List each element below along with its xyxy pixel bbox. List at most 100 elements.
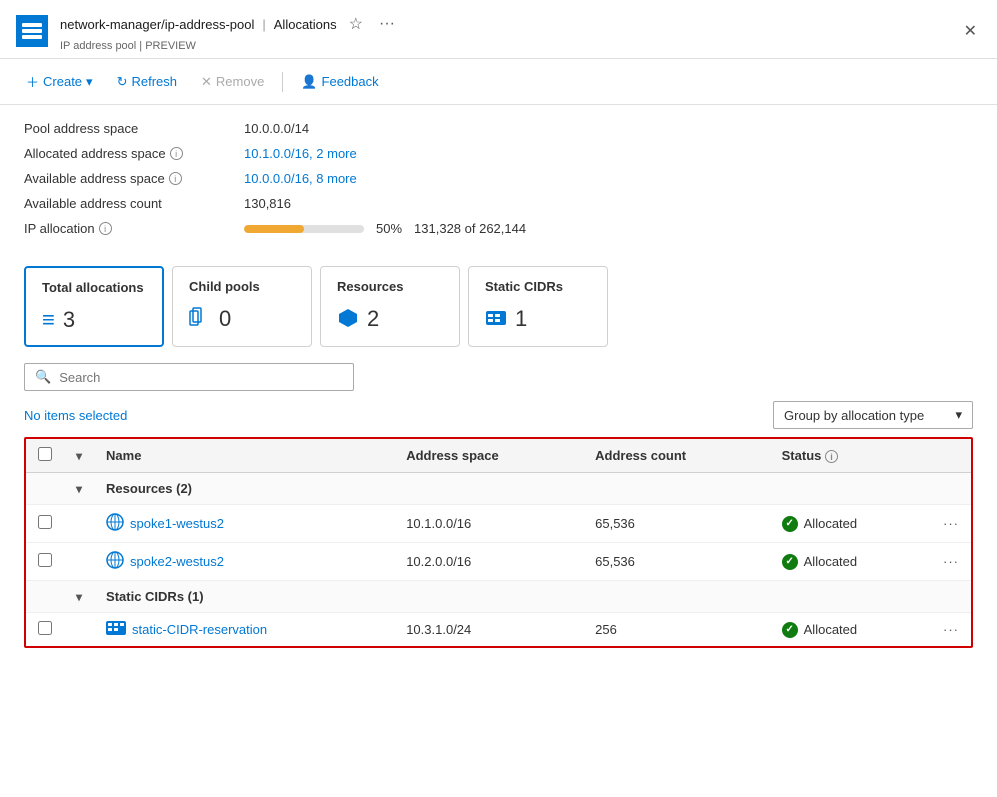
tile-resources-title: Resources <box>337 279 443 294</box>
row3-checkbox[interactable] <box>38 621 52 635</box>
tile-static-cidrs-count: 1 <box>515 306 527 332</box>
row1-actions[interactable]: ··· <box>931 505 971 543</box>
more-options-icon[interactable]: ··· <box>375 11 399 37</box>
group-by-label: Group by allocation type <box>784 408 924 423</box>
progress-percent: 50% <box>376 221 402 236</box>
tile-static-cidrs[interactable]: Static CIDRs 1 <box>468 266 608 347</box>
tile-total-title: Total allocations <box>42 280 146 295</box>
allocated-address-space-row: Allocated address space i 10.1.0.0/16, 2… <box>24 146 973 161</box>
group-name-resources: Resources (2) <box>94 473 971 505</box>
feedback-button[interactable]: 👤 Feedback <box>291 69 388 95</box>
group2-expand-col[interactable]: ▾ <box>64 581 94 613</box>
row3-name-link[interactable]: static-CIDR-reservation <box>106 621 382 638</box>
group-by-chevron-icon: ▾ <box>955 407 962 423</box>
row2-expand-col <box>64 543 94 581</box>
row1-status-cell: Allocated <box>782 516 919 532</box>
row2-address-space: 10.2.0.0/16 <box>394 543 583 581</box>
tile-child-pools-content: 0 <box>189 306 295 332</box>
feedback-label: Feedback <box>322 74 379 89</box>
pool-address-space-value: 10.0.0.0/14 <box>244 121 309 136</box>
resource-name: network-manager/ip-address-pool <box>60 17 254 32</box>
search-bar[interactable]: 🔍 <box>24 363 354 391</box>
available-info-icon[interactable]: i <box>169 172 182 185</box>
remove-label: Remove <box>216 74 264 89</box>
cidr-row-icon <box>106 621 126 638</box>
ip-allocation-row: IP allocation i 50% 131,328 of 262,144 <box>24 221 973 236</box>
refresh-button[interactable]: ↻ Refresh <box>107 69 187 95</box>
no-items-label: No items selected <box>24 408 127 423</box>
table-header: ▾ Name Address space Address count Statu… <box>26 439 971 473</box>
search-input[interactable] <box>59 370 343 385</box>
tile-resources-count: 2 <box>367 306 379 332</box>
group-checkbox-col <box>26 473 64 505</box>
header-address-count: Address count <box>583 439 770 473</box>
allocated-info-icon[interactable]: i <box>170 147 183 160</box>
cidr-icon <box>485 310 507 329</box>
pool-icon <box>189 307 211 332</box>
tile-total[interactable]: Total allocations ≡ 3 <box>24 266 164 347</box>
create-button[interactable]: ＋ Create ▾ <box>16 67 103 96</box>
available-address-space-row: Available address space i 10.0.0.0/16, 8… <box>24 171 973 186</box>
row2-status-icon <box>782 554 798 570</box>
favorite-icon[interactable]: ☆ <box>345 10 367 38</box>
table-controls: No items selected Group by allocation ty… <box>24 401 973 429</box>
allocations-table-container: ▾ Name Address space Address count Statu… <box>24 437 973 648</box>
resources-expand-icon[interactable]: ▾ <box>76 482 82 496</box>
resource-icon <box>16 15 48 47</box>
tile-child-pools[interactable]: Child pools 0 <box>172 266 312 347</box>
header-expand-col: ▾ <box>64 439 94 473</box>
row3-actions[interactable]: ··· <box>931 613 971 647</box>
resource-icon <box>337 307 359 332</box>
row3-checkbox-col <box>26 613 64 647</box>
row3-address-count: 256 <box>583 613 770 647</box>
table-body: ▾ Resources (2) <box>26 473 971 647</box>
row1-address-count: 65,536 <box>583 505 770 543</box>
ip-allocation-info-icon[interactable]: i <box>99 222 112 235</box>
row3-address-space: 10.3.1.0/24 <box>394 613 583 647</box>
row1-name-link[interactable]: spoke1-westus2 <box>106 513 382 534</box>
tile-static-cidrs-content: 1 <box>485 306 591 332</box>
tile-child-pools-count: 0 <box>219 306 231 332</box>
select-all-checkbox[interactable] <box>38 447 52 461</box>
group-by-dropdown[interactable]: Group by allocation type ▾ <box>773 401 973 429</box>
group-expand-col[interactable]: ▾ <box>64 473 94 505</box>
available-address-space-value[interactable]: 10.0.0.0/16, 8 more <box>244 171 357 186</box>
row1-name: spoke1-westus2 <box>94 505 394 543</box>
title-separator: | <box>262 17 265 32</box>
row2-actions[interactable]: ··· <box>931 543 971 581</box>
remove-button[interactable]: ✕ Remove <box>191 69 274 95</box>
create-chevron-icon: ▾ <box>86 74 93 90</box>
row1-address-space: 10.1.0.0/16 <box>394 505 583 543</box>
row3-expand-col <box>64 613 94 647</box>
row2-checkbox[interactable] <box>38 553 52 567</box>
progress-bar-fill <box>244 225 304 233</box>
row2-name-link[interactable]: spoke2-westus2 <box>106 551 382 572</box>
row2-address-count: 65,536 <box>583 543 770 581</box>
close-icon[interactable]: ✕ <box>960 17 981 45</box>
refresh-icon: ↻ <box>117 74 128 90</box>
remove-icon: ✕ <box>201 74 212 90</box>
page-name: Allocations <box>274 17 337 32</box>
header-actions-col <box>931 439 971 473</box>
row1-status-icon <box>782 516 798 532</box>
page-header: network-manager/ip-address-pool | Alloca… <box>0 0 997 59</box>
table-row: spoke1-westus2 10.1.0.0/16 65,536 Alloca… <box>26 505 971 543</box>
header-checkbox-col <box>26 439 64 473</box>
feedback-icon: 👤 <box>301 74 317 90</box>
progress-bar <box>244 225 364 233</box>
allocated-address-space-value[interactable]: 10.1.0.0/16, 2 more <box>244 146 357 161</box>
row2-name: spoke2-westus2 <box>94 543 394 581</box>
expand-all-icon[interactable]: ▾ <box>76 449 82 463</box>
row2-status: Allocated <box>770 543 931 581</box>
vnet-icon-2 <box>106 551 124 572</box>
table-row: spoke2-westus2 10.2.0.0/16 65,536 Alloca… <box>26 543 971 581</box>
row1-checkbox[interactable] <box>38 515 52 529</box>
status-info-icon[interactable]: i <box>825 450 838 463</box>
resource-subtitle: IP address pool | PREVIEW <box>60 40 960 52</box>
row3-status-text: Allocated <box>804 622 857 637</box>
tile-resources[interactable]: Resources 2 <box>320 266 460 347</box>
static-cidrs-expand-icon[interactable]: ▾ <box>76 590 82 604</box>
main-content: 🔍 No items selected Group by allocation … <box>0 363 997 648</box>
tile-total-count: 3 <box>63 307 75 333</box>
ip-allocation-label: IP allocation i <box>24 221 244 236</box>
